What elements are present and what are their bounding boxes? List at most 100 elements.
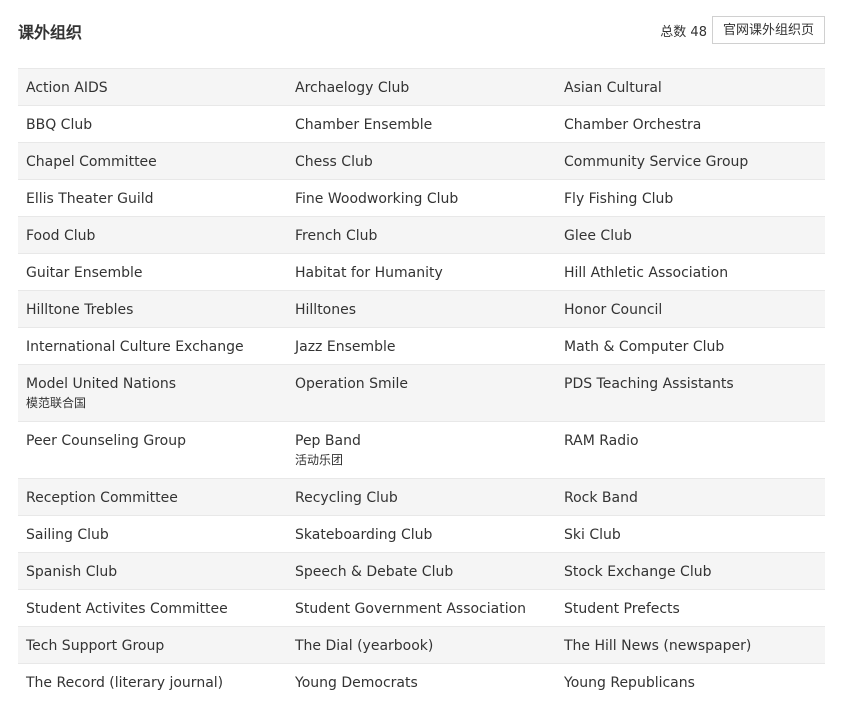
table-row: BBQ Club Chamber Ensemble Chamber Orchestr…: [18, 105, 825, 143]
organization-name: Recycling Club: [295, 490, 398, 506]
organization-cell: Fly Fishing Club: [556, 179, 825, 217]
organization-name: French Club: [295, 228, 378, 244]
organization-name: Hilltone Trebles: [26, 302, 134, 318]
organization-name: Asian Cultural: [564, 80, 662, 96]
organization-name: Math & Computer Club: [564, 339, 725, 355]
organization-name: Hilltones: [295, 302, 357, 318]
organization-cell: Chess Club: [287, 142, 556, 180]
organizations-table: Action AIDS Archaelogy Club Asian Cultural…: [18, 68, 825, 701]
organization-cell: Pep Band 活动乐团: [287, 421, 556, 479]
organization-cell: Student Activites Committee: [18, 589, 287, 627]
organization-name: Fine Woodworking Club: [295, 191, 459, 207]
page-header: 课外组织 总数 48 官网课外组织页: [18, 16, 825, 46]
table-row: Tech Support Group The Dial (yearbook) The…: [18, 626, 825, 664]
organization-cell: PDS Teaching Assistants: [556, 364, 825, 422]
organization-cell: RAM Radio: [556, 421, 825, 479]
organization-cell: The Hill News (newspaper): [556, 626, 825, 664]
organization-name: RAM Radio: [564, 433, 639, 449]
table-row: Ellis Theater Guild Fine Woodworking Club…: [18, 179, 825, 217]
organization-cell: Operation Smile: [287, 364, 556, 422]
table-row: Food Club French Club Glee Club: [18, 216, 825, 254]
page-title: 课外组织: [18, 23, 83, 42]
organization-name: Sailing Club: [26, 527, 109, 543]
organization-cell: Hilltone Trebles: [18, 290, 287, 328]
total-count: 总数 48: [660, 24, 707, 40]
table-row: International Culture Exchange Jazz Ensem…: [18, 327, 825, 365]
organization-name: Young Republicans: [564, 675, 695, 691]
organization-name: Archaelogy Club: [295, 80, 410, 96]
organization-cell: Guitar Ensemble: [18, 253, 287, 291]
organization-name: Action AIDS: [26, 80, 108, 96]
organization-cell: Community Service Group: [556, 142, 825, 180]
organization-cell: Model United Nations 模范联合国: [18, 364, 287, 422]
official-page-button[interactable]: 官网课外组织页: [711, 16, 825, 44]
table-row: Action AIDS Archaelogy Club Asian Cultural: [18, 68, 825, 106]
organization-cell: Young Republicans: [556, 663, 825, 701]
organization-cell: Action AIDS: [18, 68, 287, 106]
organization-cell: Math & Computer Club: [556, 327, 825, 365]
organization-name: Ski Club: [564, 527, 621, 543]
table-row: Chapel Committee Chess Club Community Serv…: [18, 142, 825, 180]
table-row: Spanish Club Speech & Debate Club Stock Ex…: [18, 552, 825, 590]
organization-name: Model United Nations: [26, 376, 177, 392]
organization-name: Student Activites Committee: [26, 601, 228, 617]
organization-cell: The Record (literary journal): [18, 663, 287, 701]
organization-name: Honor Council: [564, 302, 663, 318]
organization-name: Skateboarding Club: [295, 527, 433, 543]
organization-name: Food Club: [26, 228, 96, 244]
organization-cell: Hill Athletic Association: [556, 253, 825, 291]
organization-cell: International Culture Exchange: [18, 327, 287, 365]
organization-name: Jazz Ensemble: [295, 339, 396, 355]
organization-name: Ellis Theater Guild: [26, 191, 154, 207]
organization-name: Tech Support Group: [26, 638, 165, 654]
header-actions: 总数 48 官网课外组织页: [660, 16, 825, 44]
organization-name: Spanish Club: [26, 564, 118, 580]
organization-name: Reception Committee: [26, 490, 178, 506]
organization-cell: Chamber Ensemble: [287, 105, 556, 143]
table-row: Guitar Ensemble Habitat for Humanity Hill …: [18, 253, 825, 291]
organization-cell: Honor Council: [556, 290, 825, 328]
organization-name: Student Prefects: [564, 601, 680, 617]
organization-cell: Ellis Theater Guild: [18, 179, 287, 217]
organization-cell: Skateboarding Club: [287, 515, 556, 553]
organization-cell: Ski Club: [556, 515, 825, 553]
organization-name: The Record (literary journal): [26, 675, 224, 691]
organization-cell: BBQ Club: [18, 105, 287, 143]
organization-name: Peer Counseling Group: [26, 433, 186, 449]
organization-cell: French Club: [287, 216, 556, 254]
organization-name: BBQ Club: [26, 117, 93, 133]
organization-name: Glee Club: [564, 228, 632, 244]
table-row: Peer Counseling Group Pep Band 活动乐团 RAM Rad…: [18, 421, 825, 479]
organization-name: Community Service Group: [564, 154, 749, 170]
organization-cell: Tech Support Group: [18, 626, 287, 664]
organization-cell: Glee Club: [556, 216, 825, 254]
table-row: The Record (literary journal) Young Democ…: [18, 663, 825, 701]
organization-cell: Speech & Debate Club: [287, 552, 556, 590]
organization-cell: Reception Committee: [18, 478, 287, 516]
organization-cell: Young Democrats: [287, 663, 556, 701]
organization-cell: Food Club: [18, 216, 287, 254]
organization-cell: Asian Cultural: [556, 68, 825, 106]
organization-name: Chapel Committee: [26, 154, 157, 170]
organization-name: International Culture Exchange: [26, 339, 244, 355]
organization-name: Chamber Orchestra: [564, 117, 702, 133]
organization-chinese-name: 模范联合国: [26, 396, 87, 410]
table-row: Model United Nations 模范联合国 Operation Smile…: [18, 364, 825, 422]
organization-name: Guitar Ensemble: [26, 265, 143, 281]
organization-name: Speech & Debate Club: [295, 564, 454, 580]
organization-name: The Hill News (newspaper): [564, 638, 752, 654]
organization-name: Rock Band: [564, 490, 638, 506]
organization-cell: Hilltones: [287, 290, 556, 328]
organization-cell: Peer Counseling Group: [18, 421, 287, 479]
table-row: Reception Committee Recycling Club Rock Ba…: [18, 478, 825, 516]
organization-cell: Student Government Association: [287, 589, 556, 627]
organization-name: Pep Band: [295, 433, 361, 449]
organization-name: Fly Fishing Club: [564, 191, 674, 207]
organization-cell: Sailing Club: [18, 515, 287, 553]
organization-name: Habitat for Humanity: [295, 265, 443, 281]
organization-name: Hill Athletic Association: [564, 265, 729, 281]
organization-cell: Rock Band: [556, 478, 825, 516]
organization-cell: Chapel Committee: [18, 142, 287, 180]
organization-name: The Dial (yearbook): [295, 638, 434, 654]
table-row: Hilltone Trebles Hilltones Honor Council: [18, 290, 825, 328]
